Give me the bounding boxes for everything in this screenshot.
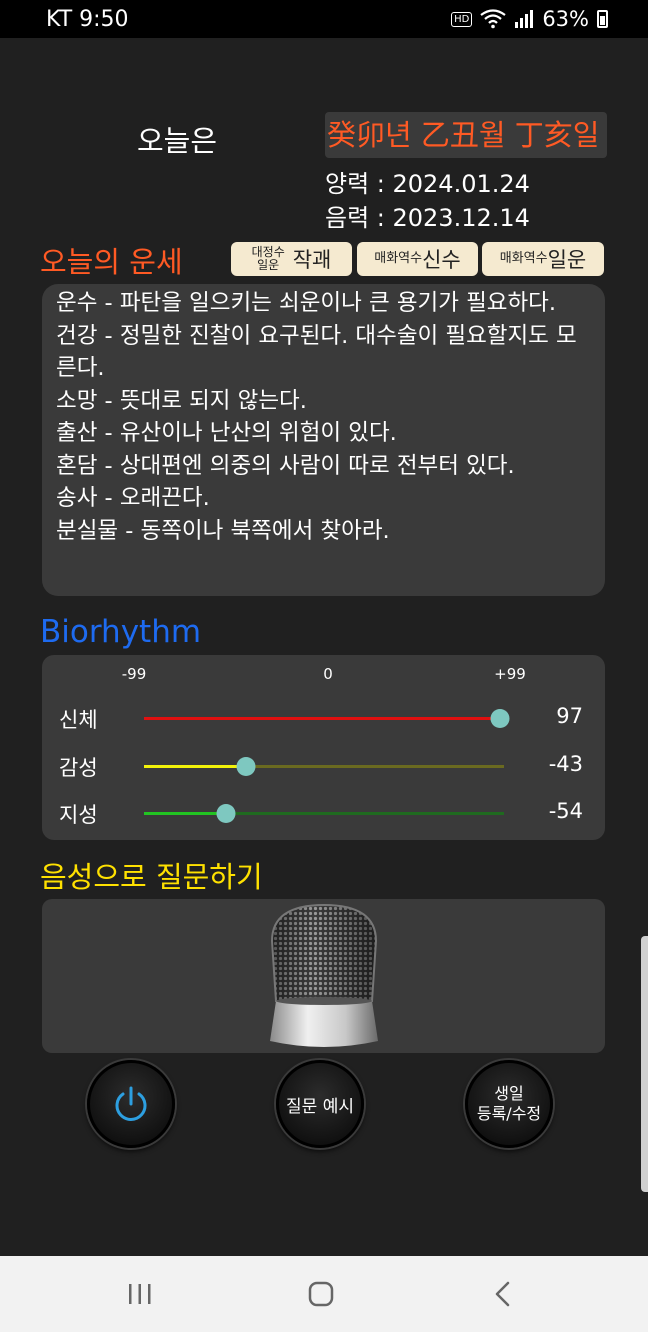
fortune-title: 오늘의 운세 <box>40 245 183 279</box>
tick-max: +99 <box>494 665 526 683</box>
chip-prefix: 매화역수 <box>374 251 423 266</box>
microphone-icon[interactable] <box>268 901 380 1051</box>
home-button[interactable] <box>291 1276 351 1312</box>
fortune-line: 혼담 - 상대편엔 의중의 사람이 따로 전부터 있다. <box>56 452 515 479</box>
fortune-line: 소망 - 뜻대로 되지 않는다. <box>56 387 307 414</box>
power-button[interactable] <box>87 1060 175 1148</box>
status-bar: KT 9:50 HD 63% <box>0 0 648 38</box>
fortune-line: 출산 - 유산이나 난산의 위험이 있다. <box>56 420 397 446</box>
bio-label: 감성 <box>59 756 98 780</box>
app-screen: 오늘은 癸卯년 乙丑월 丁亥일 양력 : 2024.01.24 음력 : 202… <box>0 38 648 1256</box>
maehwa-sinsu-button[interactable]: 매화역수 신수 <box>357 242 478 276</box>
bio-row-intellectual: 지성 -54 <box>42 792 605 832</box>
back-button[interactable] <box>473 1276 533 1312</box>
lunar-date: 음력 : 2023.12.14 <box>325 204 530 232</box>
maehwa-ilun-button[interactable]: 매화역수 일운 <box>482 242 604 276</box>
solar-date: 양력 : 2024.01.24 <box>325 170 530 198</box>
birthday-label: 생일 등록/수정 <box>477 1084 541 1124</box>
tick-mid: 0 <box>323 665 333 683</box>
tick-min: -99 <box>121 665 147 683</box>
question-example-label: 질문 예시 <box>286 1096 354 1117</box>
chip-stack-label: 대정수 일운 <box>252 246 285 272</box>
carrier-time: KT 9:50 <box>46 7 129 32</box>
bio-label: 신체 <box>59 708 98 732</box>
bio-row-physical: 신체 97 <box>42 697 605 737</box>
biorhythm-panel: -99 0 +99 신체 97 감성 -43 지성 -54 <box>42 655 605 840</box>
slider-thumb[interactable] <box>216 804 236 823</box>
slider-thumb[interactable] <box>236 757 256 776</box>
chip-value: 신수 <box>422 248 461 272</box>
bio-value: 97 <box>556 704 583 728</box>
fortune-line: 건강 - 정밀한 진찰이 요구된다. 대수술이 필요할지도 모른다. <box>56 322 577 382</box>
status-icons: HD 63% <box>451 7 608 31</box>
power-icon <box>115 1086 147 1121</box>
question-example-button[interactable]: 질문 예시 <box>276 1060 364 1148</box>
birthday-label-line1: 생일 <box>494 1084 524 1103</box>
biorhythm-title: Biorhythm <box>40 614 202 650</box>
birthday-label-line2: 등록/수정 <box>476 1104 542 1123</box>
slider-thumb[interactable] <box>490 709 510 728</box>
bio-slider-emotional[interactable] <box>144 757 504 776</box>
bio-label: 지성 <box>59 803 98 827</box>
fortune-line: 분실물 - 동쪽이나 북쪽에서 찾아라. <box>56 517 390 544</box>
chip-value: 일운 <box>547 248 587 272</box>
wifi-icon <box>480 9 506 29</box>
home-icon <box>308 1281 334 1307</box>
bio-value: -54 <box>548 799 583 823</box>
fortune-line: 송사 - 오래끈다. <box>56 485 210 511</box>
back-icon <box>495 1281 510 1307</box>
navigation-bar <box>0 1256 648 1332</box>
ganji-date: 癸卯년 乙丑월 丁亥일 <box>325 112 607 158</box>
battery-percent: 63% <box>542 7 589 31</box>
voice-question-title: 음성으로 질문하기 <box>40 860 263 894</box>
battery-icon <box>597 10 608 28</box>
bio-slider-physical[interactable] <box>144 709 510 728</box>
birthday-edit-button[interactable]: 생일 등록/수정 <box>465 1060 553 1148</box>
bio-row-emotional: 감성 -43 <box>42 745 605 785</box>
voice-input-panel[interactable] <box>42 899 605 1053</box>
edge-panel-handle[interactable] <box>641 936 648 1192</box>
fortune-line: 운수 - 파탄을 일으키는 쇠운이나 큰 용기가 필요하다. <box>56 290 557 316</box>
bio-slider-intellectual[interactable] <box>144 804 504 823</box>
chip-value: 작괘 <box>292 248 332 272</box>
hd-voice-icon: HD <box>451 11 473 27</box>
recent-apps-button[interactable] <box>110 1276 170 1312</box>
chip-prefix: 매화역수 <box>499 251 548 266</box>
daejeongsu-button[interactable]: 대정수 일운 작괘 <box>231 242 352 276</box>
today-label: 오늘은 <box>137 124 218 158</box>
bio-value: -43 <box>548 752 583 776</box>
fortune-text-box[interactable]: 운수 - 파탄을 일으키는 쇠운이나 큰 용기가 필요하다. 건강 - 정밀한 … <box>42 284 605 596</box>
chip-small-bottom: 일운 <box>257 258 280 272</box>
recent-apps-icon <box>129 1284 151 1304</box>
signal-icon <box>515 10 534 28</box>
